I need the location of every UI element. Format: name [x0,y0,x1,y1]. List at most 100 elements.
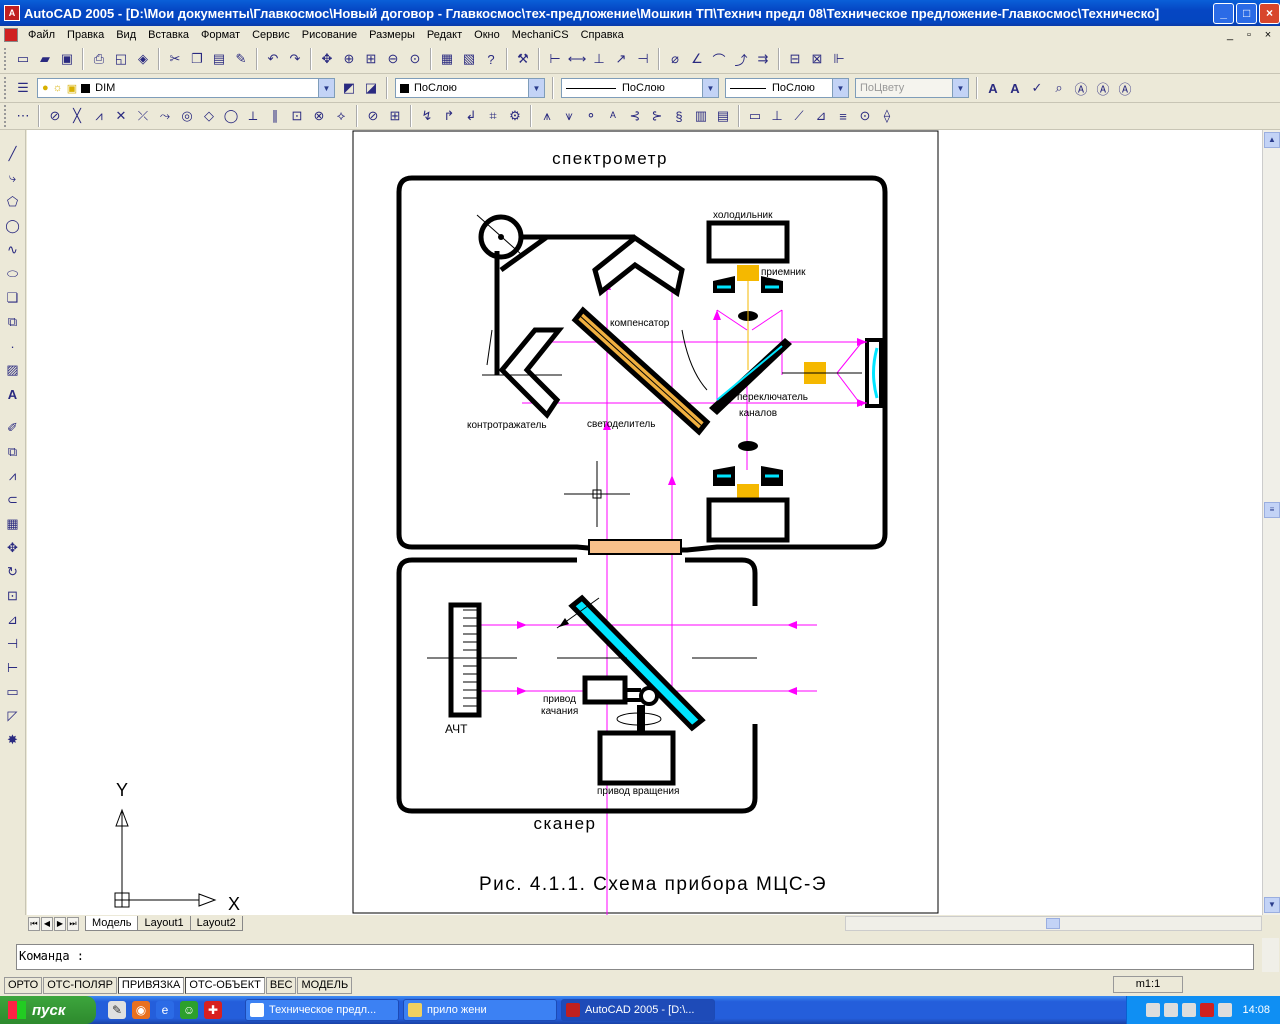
tool-palettes-icon[interactable]: ⚒ [514,50,532,68]
layer-previous-icon[interactable]: ◪ [362,79,380,97]
chevron-down-icon[interactable]: ▼ [528,79,544,97]
minimize-button[interactable]: _ [1213,2,1235,24]
task-folder[interactable]: прило жени [403,999,557,1021]
doc-minimize-icon[interactable]: _ [1222,28,1238,42]
doc-restore-icon[interactable]: ▫ [1241,28,1257,42]
array-icon[interactable]: ▦ [3,514,23,534]
dim-baseline-icon[interactable]: ⊣ [634,50,652,68]
tray-arrow-icon[interactable] [1146,1003,1161,1017]
point-icon[interactable]: · [3,336,23,356]
stretch-icon[interactable]: ⊿ [3,610,23,630]
copy-icon[interactable]: ❐ [188,50,206,68]
color-dropdown[interactable]: ПоСлою ▼ [395,78,545,98]
start-button[interactable]: пуск [0,996,96,1024]
toolbar-grip[interactable] [4,77,8,99]
dim-diameter-icon[interactable]: ⌀ [666,50,684,68]
mech-tool-20-icon[interactable]: ⊙ [856,107,874,125]
status-otrack[interactable]: ОТС-ОБЪЕКТ [185,976,265,994]
layer-dropdown[interactable]: ● ☼ ▣ DIM ▼ [37,78,335,98]
horizontal-scrollbar[interactable] [845,916,1262,931]
dim-qdim-icon[interactable]: ⊟ [786,50,804,68]
block-icon[interactable]: ❏ [3,288,23,308]
mech-tool-8-icon[interactable]: ⚬ [582,107,600,125]
lineweight-dropdown[interactable]: ПоСлою ▼ [725,78,849,98]
antivirus-icon[interactable] [1200,1003,1215,1017]
menu-modify[interactable]: Редакт [421,29,468,41]
mech-tool-9-icon[interactable]: ᴬ [604,107,622,125]
help-icon[interactable]: ? [482,50,500,68]
close-button[interactable]: × [1259,2,1280,24]
command-scrollbar[interactable] [1262,938,1279,972]
chevron-down-icon[interactable]: ▼ [832,79,848,97]
dim-continue-icon[interactable]: ⇉ [754,50,772,68]
publish-icon[interactable]: ◈ [134,50,152,68]
undo-icon[interactable]: ↶ [264,50,282,68]
dim-aligned-icon[interactable]: ⟷ [568,50,587,68]
new-icon[interactable]: ▭ [14,50,32,68]
menu-window[interactable]: Окно [468,29,506,41]
text-style-icon[interactable]: Ⓐ [1072,79,1090,97]
snap-quadrant-icon[interactable]: ◇ [200,107,218,125]
linetype-dropdown[interactable]: ПоСлою ▼ [561,78,719,98]
mech-tool-6-icon[interactable]: ⩚ [538,107,556,125]
tab-layout2[interactable]: Layout2 [189,916,243,931]
mech-tool-4-icon[interactable]: ⌗ [484,107,502,125]
mech-tool-21-icon[interactable]: ⟠ [878,107,896,125]
snap-extension-icon[interactable]: ⤳ [156,107,174,125]
snap-parallel-icon[interactable]: ∥ [266,107,284,125]
mech-tool-5-icon[interactable]: ⚙ [506,107,524,125]
dim-leader-icon[interactable]: ⊠ [808,50,826,68]
menu-dimension[interactable]: Размеры [363,29,421,41]
snap-nearest-icon[interactable]: ⟡ [332,107,350,125]
tab-layout1[interactable]: Layout1 [137,916,191,931]
justify-text-icon[interactable]: Ⓐ [1116,79,1134,97]
polygon-icon[interactable]: ⬠ [3,192,23,212]
status-ortho[interactable]: ОРТО [4,976,43,994]
task-autocad[interactable]: AutoCAD 2005 - [D:\... [561,999,715,1021]
mech-tool-11-icon[interactable]: ⊱ [648,107,666,125]
menu-insert[interactable]: Вставка [142,29,195,41]
rotate-icon[interactable]: ↻ [3,562,23,582]
menu-draw[interactable]: Рисование [296,29,363,41]
dim-tolerance-icon[interactable]: ⊩ [830,50,848,68]
last-tab-icon[interactable]: ⏭ [67,916,79,931]
mech-tool-16-icon[interactable]: ⊥ [768,107,786,125]
hscroll-thumb[interactable] [1046,918,1060,929]
chamfer-icon[interactable]: ◸ [3,706,23,726]
status-polar[interactable]: ОТС-ПОЛЯР [43,976,117,994]
menu-edit[interactable]: Правка [61,29,110,41]
menu-format[interactable]: Формат [195,29,246,41]
make-current-layer-icon[interactable]: ◩ [340,79,358,97]
spline-icon[interactable]: ∿ [3,240,23,260]
doc-close-icon[interactable]: × [1260,28,1276,42]
dim-ordinate-icon[interactable]: ⊥ [590,50,608,68]
snap-intersection-icon[interactable]: ✕ [112,107,130,125]
snap-tangent-icon[interactable]: ◯ [222,107,240,125]
command-line[interactable]: Команда : [16,944,1254,970]
snap-center-icon[interactable]: ◎ [178,107,196,125]
snap-node-icon[interactable]: ⊗ [310,107,328,125]
scroll-thumb[interactable]: ≡ [1264,502,1280,518]
break-icon[interactable]: ▭ [3,682,23,702]
vertical-scrollbar[interactable]: ▲ ≡ ▼ [1262,130,1280,915]
chevron-down-icon[interactable]: ▼ [318,79,334,97]
menu-mechanics[interactable]: MechaniCS [506,29,575,41]
scroll-up-icon[interactable]: ▲ [1264,132,1280,148]
open-icon[interactable]: ▰ [36,50,54,68]
pan-icon[interactable]: ✥ [318,50,336,68]
snap-none-icon[interactable]: ⊘ [364,107,382,125]
chevron-down-icon[interactable]: ▼ [702,79,718,97]
menu-file[interactable]: Файл [22,29,61,41]
task-word-document[interactable]: Техническое предл... [245,999,399,1021]
scale-icon[interactable]: ⊡ [3,586,23,606]
snap-apparent-icon[interactable]: ⤫ [134,107,152,125]
status-model[interactable]: МОДЕЛЬ [297,976,353,994]
zoom-extents-icon[interactable]: ⊙ [406,50,424,68]
trim-icon[interactable]: ⊣ [3,634,23,654]
mech-tool-2-icon[interactable]: ↱ [440,107,458,125]
document-icon[interactable] [4,28,18,42]
save-icon[interactable]: ▣ [58,50,76,68]
osnap-settings-icon[interactable]: ⊞ [386,107,404,125]
ellipse-icon[interactable]: ⬭ [3,264,23,284]
hatch-icon[interactable]: ▨ [3,360,23,380]
